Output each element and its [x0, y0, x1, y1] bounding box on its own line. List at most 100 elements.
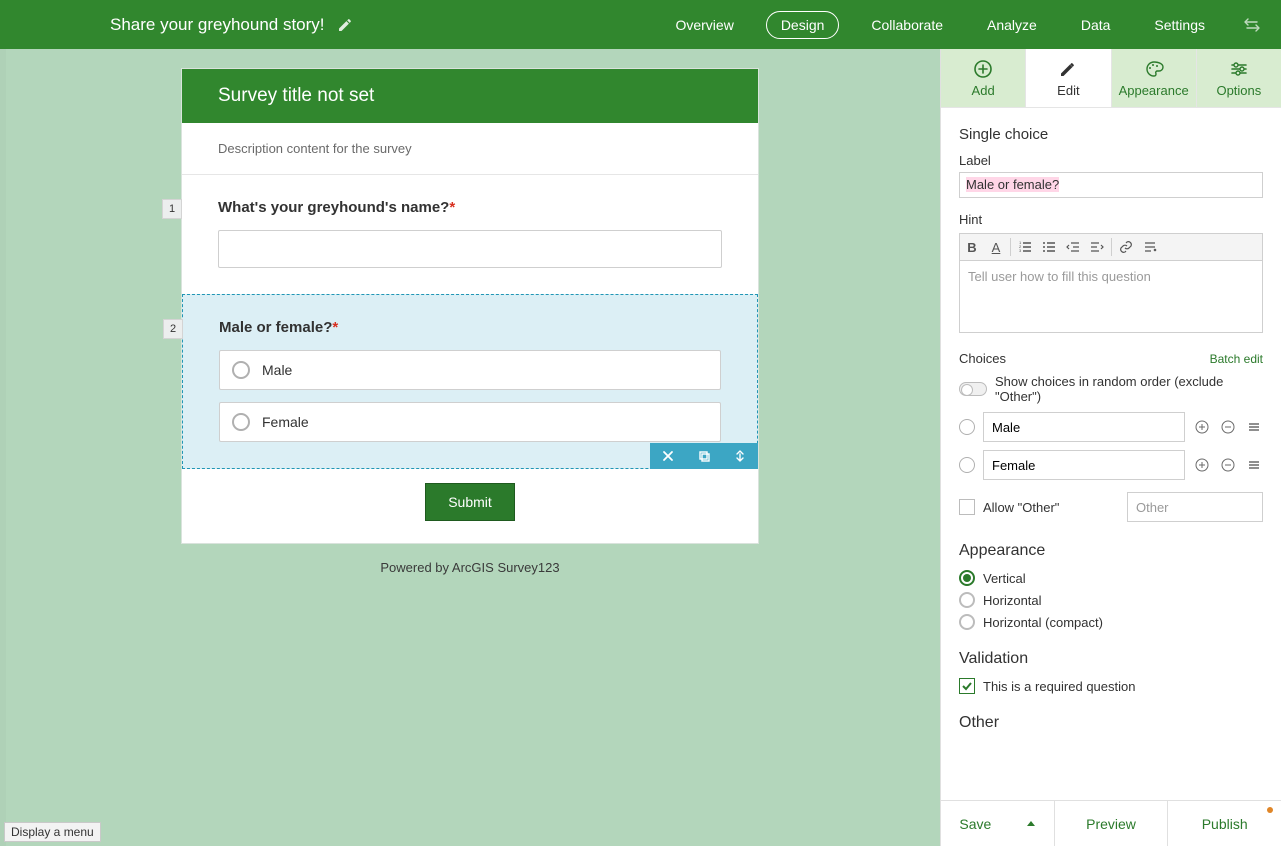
other-placeholder-input[interactable] [1127, 492, 1263, 522]
question-1-label-text: What's your greyhound's name? [218, 199, 449, 216]
random-order-label: Show choices in random order (exclude "O… [995, 374, 1263, 404]
tab-edit-label: Edit [1057, 83, 1079, 98]
canvas-left-handle[interactable] [0, 49, 6, 846]
edit-title-icon[interactable] [337, 17, 353, 33]
top-bar: Share your greyhound story! Overview Des… [0, 0, 1281, 49]
save-button[interactable]: Save [941, 801, 1055, 846]
nav-overview[interactable]: Overview [663, 11, 745, 39]
outdent-button[interactable] [1061, 234, 1085, 260]
required-asterisk: * [332, 319, 338, 336]
tab-edit[interactable]: Edit [1026, 49, 1111, 107]
convert-question-button[interactable] [722, 443, 758, 469]
hint-toolbar: B A 123 [959, 233, 1263, 261]
required-asterisk: * [449, 199, 455, 216]
duplicate-question-button[interactable] [686, 443, 722, 469]
allow-other-row: Allow "Other" [959, 492, 1263, 522]
tab-options[interactable]: Options [1197, 49, 1281, 107]
choice-label: Male [262, 362, 292, 378]
radio-icon [959, 419, 975, 435]
question-2-choice-female[interactable]: Female [219, 402, 721, 442]
drag-handle-icon[interactable] [1245, 418, 1263, 436]
appearance-horizontal-compact[interactable]: Horizontal (compact) [959, 614, 1263, 630]
choice-label: Female [262, 414, 309, 430]
choice-edit-row-1 [959, 412, 1263, 442]
appearance-vertical-label: Vertical [983, 571, 1026, 586]
question-1-label: What's your greyhound's name?* [218, 199, 722, 216]
submit-button[interactable]: Submit [425, 483, 515, 521]
appearance-heading: Appearance [959, 542, 1263, 560]
tab-add[interactable]: Add [941, 49, 1026, 107]
add-choice-icon[interactable] [1193, 456, 1211, 474]
survey-form: Survey title not set Description content… [181, 68, 759, 544]
allow-other-checkbox[interactable] [959, 499, 975, 515]
radio-icon [232, 413, 250, 431]
publish-label: Publish [1202, 816, 1248, 832]
question-2[interactable]: 2 Male or female?* Male Female [182, 294, 758, 469]
tab-appearance[interactable]: Appearance [1112, 49, 1197, 107]
nav-design[interactable]: Design [766, 11, 840, 39]
unordered-list-button[interactable] [1037, 234, 1061, 260]
delete-question-button[interactable] [650, 443, 686, 469]
save-label: Save [959, 816, 991, 832]
survey-title: Share your greyhound story! [110, 15, 325, 35]
question-2-label: Male or female?* [219, 319, 721, 336]
nav-settings[interactable]: Settings [1142, 11, 1217, 39]
question-number-1: 1 [162, 199, 182, 219]
submit-row: Submit [182, 469, 758, 543]
appearance-options: Vertical Horizontal Horizontal (compact) [959, 570, 1263, 630]
allow-other-label: Allow "Other" [983, 500, 1059, 515]
hint-field-label: Hint [959, 212, 1263, 227]
tab-add-label: Add [972, 83, 995, 98]
label-value: Male or female? [966, 177, 1059, 192]
random-order-toggle[interactable] [959, 382, 987, 396]
choice-1-input[interactable] [983, 412, 1185, 442]
powered-by: Powered by ArcGIS Survey123 [0, 560, 940, 575]
preview-button[interactable]: Preview [1055, 801, 1169, 846]
appearance-horizontal-label: Horizontal [983, 593, 1042, 608]
side-panel: Add Edit Appearance Options Single choic… [940, 49, 1281, 846]
font-color-button[interactable]: A [984, 234, 1008, 260]
link-button[interactable] [1114, 234, 1138, 260]
appearance-horizontal-compact-label: Horizontal (compact) [983, 615, 1103, 630]
appearance-horizontal[interactable]: Horizontal [959, 592, 1263, 608]
ordered-list-button[interactable]: 123 [1013, 234, 1037, 260]
validation-heading: Validation [959, 650, 1263, 668]
required-label: This is a required question [983, 679, 1135, 694]
unsaved-indicator-icon [1267, 807, 1273, 813]
question-number-2: 2 [163, 319, 183, 339]
bold-button[interactable]: B [960, 234, 984, 260]
hint-textarea[interactable]: Tell user how to fill this question [959, 261, 1263, 333]
appearance-vertical[interactable]: Vertical [959, 570, 1263, 586]
choice-2-input[interactable] [983, 450, 1185, 480]
radio-icon [959, 457, 975, 473]
indent-button[interactable] [1085, 234, 1109, 260]
add-choice-icon[interactable] [1193, 418, 1211, 436]
radio-icon [232, 361, 250, 379]
label-input[interactable]: Male or female? [959, 172, 1263, 198]
other-heading: Other [959, 714, 1263, 732]
top-navigation: Overview Design Collaborate Analyze Data… [663, 11, 1265, 39]
batch-edit-link[interactable]: Batch edit [1210, 352, 1263, 366]
required-row: This is a required question [959, 678, 1263, 694]
form-header[interactable]: Survey title not set [182, 69, 758, 123]
required-checkbox[interactable] [959, 678, 975, 694]
switch-icon[interactable] [1243, 16, 1261, 34]
remove-choice-icon[interactable] [1219, 418, 1237, 436]
question-actions [650, 443, 758, 469]
clear-format-button[interactable] [1138, 234, 1162, 260]
nav-analyze[interactable]: Analyze [975, 11, 1049, 39]
publish-button[interactable]: Publish [1168, 801, 1281, 846]
question-1-text-input[interactable] [218, 230, 722, 268]
question-type-title: Single choice [959, 126, 1263, 143]
remove-choice-icon[interactable] [1219, 456, 1237, 474]
question-1[interactable]: 1 What's your greyhound's name?* [182, 175, 758, 294]
svg-text:3: 3 [1019, 248, 1022, 253]
choice-edit-row-2 [959, 450, 1263, 480]
preview-label: Preview [1086, 816, 1136, 832]
panel-body: Single choice Label Male or female? Hint… [941, 108, 1281, 800]
nav-collaborate[interactable]: Collaborate [859, 11, 955, 39]
form-description[interactable]: Description content for the survey [182, 123, 758, 175]
question-2-choice-male[interactable]: Male [219, 350, 721, 390]
nav-data[interactable]: Data [1069, 11, 1123, 39]
drag-handle-icon[interactable] [1245, 456, 1263, 474]
